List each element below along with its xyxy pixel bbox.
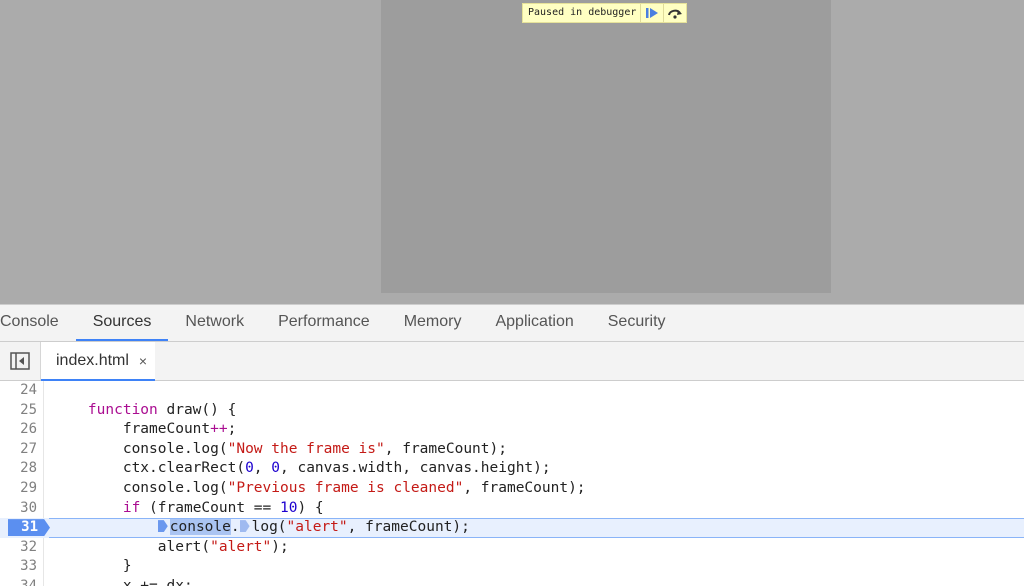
resume-button[interactable] bbox=[641, 4, 665, 22]
line-number[interactable]: 31 bbox=[0, 518, 44, 538]
code-line: 30 if (frameCount == 10) { bbox=[0, 498, 1024, 519]
code-text: if (frameCount == 10) { bbox=[122, 499, 324, 516]
tab-security[interactable]: Security bbox=[591, 305, 683, 341]
code-text: console.log("Previous frame is cleaned",… bbox=[122, 479, 586, 496]
code-line: 33 } bbox=[0, 557, 1024, 577]
tab-sources[interactable]: Sources bbox=[75, 305, 169, 341]
tab-memory[interactable]: Memory bbox=[387, 305, 479, 341]
editor-tabbar: index.html × bbox=[0, 342, 1024, 381]
code-text: } bbox=[122, 558, 132, 575]
page-canvas bbox=[381, 0, 831, 293]
code-line: 27 console.log("Now the frame is", frame… bbox=[0, 439, 1024, 460]
page-viewport: Paused in debugger bbox=[0, 0, 1024, 304]
line-number[interactable]: 25 bbox=[0, 400, 44, 421]
code-text: x += dx; bbox=[122, 577, 193, 586]
line-number[interactable]: 26 bbox=[0, 420, 44, 440]
inline-breakpoint-icon[interactable] bbox=[239, 520, 250, 533]
code-text: alert("alert"); bbox=[157, 538, 289, 555]
code-line: 32 alert("alert"); bbox=[0, 537, 1024, 558]
line-number[interactable]: 27 bbox=[0, 439, 44, 460]
code-text: frameCount++; bbox=[122, 421, 237, 438]
line-number[interactable]: 33 bbox=[0, 557, 44, 577]
code-text: ctx.clearRect(0, 0, canvas.width, canvas… bbox=[122, 460, 551, 477]
file-tab-index-html[interactable]: index.html × bbox=[41, 342, 156, 381]
line-number[interactable]: 30 bbox=[0, 498, 44, 519]
code-text: function draw() { bbox=[87, 401, 237, 418]
tab-console[interactable]: Console bbox=[0, 305, 76, 341]
code-text: console.log("Now the frame is", frameCou… bbox=[122, 440, 507, 457]
sidebar-toggle-icon bbox=[10, 352, 30, 370]
paused-in-debugger-overlay: Paused in debugger bbox=[522, 3, 688, 23]
current-execution-line: 31 console. log("alert", frameCount); bbox=[0, 518, 1024, 538]
tab-network[interactable]: Network bbox=[168, 305, 261, 341]
paused-label: Paused in debugger bbox=[523, 4, 642, 22]
navigator-toggle-button[interactable] bbox=[0, 342, 41, 380]
tab-application[interactable]: Application bbox=[478, 305, 590, 341]
code-line: 24 bbox=[0, 381, 1024, 401]
tab-performance[interactable]: Performance bbox=[261, 305, 387, 341]
line-number[interactable]: 34 bbox=[0, 576, 44, 586]
inline-breakpoint-icon[interactable] bbox=[157, 520, 168, 533]
line-number[interactable]: 29 bbox=[0, 478, 44, 499]
file-tab-label: index.html bbox=[56, 351, 129, 369]
step-over-icon bbox=[668, 9, 683, 19]
close-icon[interactable]: × bbox=[139, 353, 147, 369]
code-text: console. log("alert", frameCount); bbox=[53, 518, 470, 538]
devtools-tabbar: Console Sources Network Performance Memo… bbox=[0, 304, 1024, 342]
step-over-button[interactable] bbox=[664, 4, 686, 22]
code-line: 34 x += dx; bbox=[0, 576, 1024, 586]
selected-token: console bbox=[169, 519, 231, 536]
line-number[interactable]: 32 bbox=[0, 537, 44, 558]
code-line: 25 function draw() { bbox=[0, 400, 1024, 421]
devtools-panel: Console Sources Network Performance Memo… bbox=[0, 304, 1024, 587]
code-editor[interactable]: 24 25 function draw() { 26 frameCount++;… bbox=[0, 381, 1024, 586]
code-line: 26 frameCount++; bbox=[0, 420, 1024, 440]
code-line: 28 ctx.clearRect(0, 0, canvas.width, can… bbox=[0, 459, 1024, 479]
line-number[interactable]: 28 bbox=[0, 459, 44, 479]
line-number[interactable]: 24 bbox=[0, 381, 44, 401]
resume-icon bbox=[646, 8, 659, 18]
code-line: 29 console.log("Previous frame is cleane… bbox=[0, 478, 1024, 499]
